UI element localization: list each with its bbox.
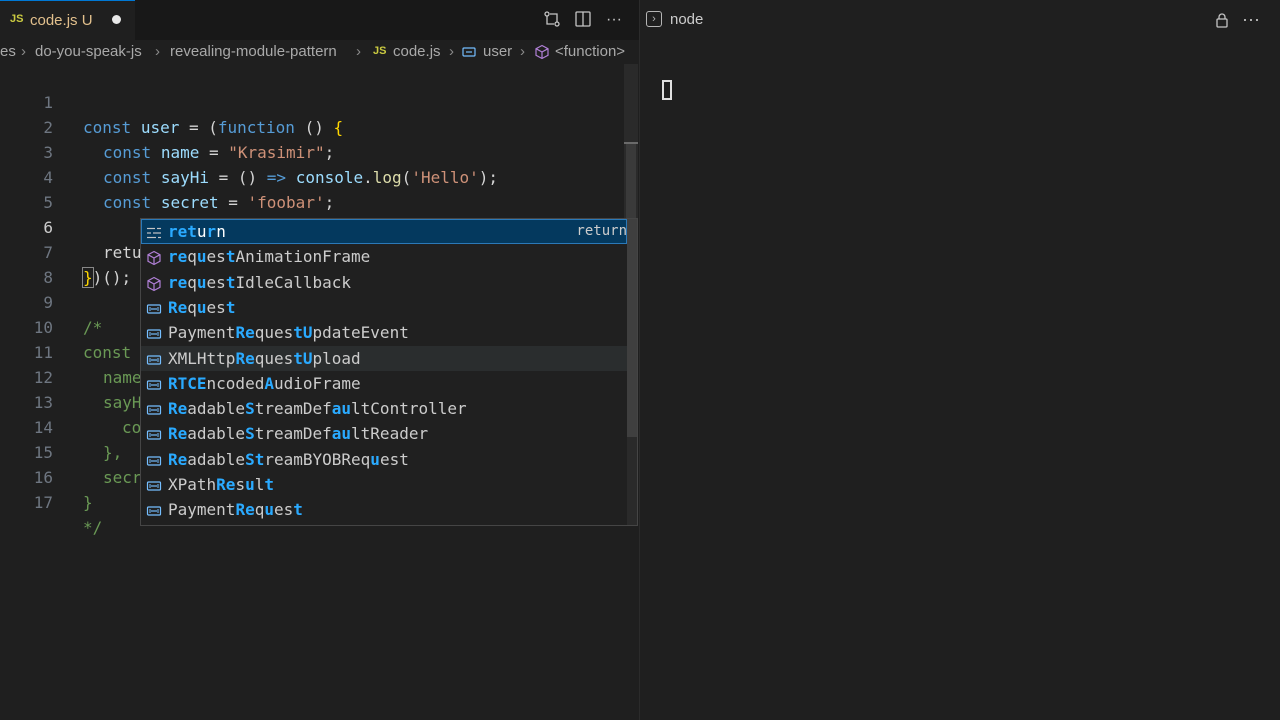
terminal-cursor [662, 80, 672, 100]
suggestion-item[interactable]: RTCEncodedAudioFrame [141, 371, 627, 396]
tab-code-js[interactable]: JS code.js U [0, 0, 135, 40]
suggest-scrollbar-thumb[interactable] [627, 219, 637, 437]
code-line-current: 6 retu [0, 190, 624, 264]
suggestion-item[interactable]: PaymentRequest [141, 497, 627, 522]
suggestion-label: requestIdleCallback [168, 272, 352, 292]
variable-icon [146, 476, 162, 492]
suggest-scrollbar[interactable] [627, 219, 637, 525]
variable-icon [146, 501, 162, 517]
keyword-icon [146, 223, 162, 239]
variable-icon [146, 425, 162, 441]
terminal-name[interactable]: node [670, 11, 703, 28]
git-status-badge: U [81, 12, 93, 29]
suggestion-item[interactable]: XPathResult [141, 472, 627, 497]
method-cube-icon [146, 274, 162, 291]
js-file-icon: JS [10, 13, 24, 25]
variable-icon [146, 375, 162, 391]
variable-icon [146, 324, 162, 340]
breadcrumb-item[interactable]: user [483, 43, 512, 60]
more-actions-icon[interactable]: ··· [604, 10, 624, 30]
chevron-right-icon: › [356, 43, 361, 60]
more-actions-icon[interactable]: ··· [1242, 9, 1260, 30]
variable-icon [146, 400, 162, 416]
variable-icon [146, 350, 162, 366]
suggestion-item[interactable]: requestIdleCallback [141, 270, 627, 295]
suggestion-label: return [168, 222, 226, 241]
breadcrumb: es › do-you-speak-js › revealing-module-… [0, 40, 639, 64]
suggestion-label: ReadableStreamBYOBRequest [168, 449, 409, 469]
breadcrumb-item[interactable]: do-you-speak-js [35, 43, 142, 60]
suggestion-item[interactable]: ReadableStreamBYOBRequest [141, 447, 627, 472]
variable-icon [461, 44, 477, 64]
terminal-icon: › [646, 11, 662, 27]
code-line: 5 [43, 193, 53, 212]
suggestion-item[interactable]: requestAnimationFrame [141, 244, 627, 269]
suggestion-label: ReadableStreamDefaultReader [168, 424, 429, 444]
compare-changes-icon[interactable] [542, 10, 562, 30]
breadcrumb-item[interactable]: <function> [555, 43, 625, 60]
suggestion-item[interactable]: ReadableStreamDefaultController [141, 396, 627, 421]
suggestion-label: XPathResult [168, 475, 274, 494]
code-line: 3 const sayHi = () => console.log('Hello… [43, 143, 499, 187]
suggestion-label: requestAnimationFrame [168, 247, 371, 267]
terminal-pane[interactable]: › node ··· [640, 0, 1280, 720]
chevron-right-icon: › [21, 43, 26, 60]
suggestion-item[interactable]: ReadableStreamDefaultReader [141, 421, 627, 446]
breadcrumb-item[interactable]: revealing-module-pattern [170, 43, 337, 60]
suggestion-label: XMLHttpRequestUpload [168, 348, 361, 368]
tab-filename: code.js [30, 12, 78, 29]
chevron-right-icon: › [520, 43, 525, 60]
suggestion-item[interactable]: return return [141, 219, 627, 244]
unsaved-dot-icon[interactable] [112, 15, 121, 24]
chevron-right-icon: › [155, 43, 160, 60]
suggest-widget: return return requestAnimationFrame request… [140, 218, 638, 526]
js-file-icon: JS [373, 45, 387, 57]
code-line: 2 const name = "Krasimir"; [43, 118, 335, 162]
suggestion-label: PaymentRequestUpdateEvent [168, 323, 409, 343]
suggestion-item[interactable]: Request [141, 295, 627, 320]
lock-icon[interactable] [1214, 12, 1230, 28]
suggestion-label: Request [168, 297, 236, 317]
editor-pane: JS code.js U ··· es › do-you-speak-js › … [0, 0, 639, 720]
breadcrumb-item[interactable]: es [0, 43, 16, 60]
chevron-right-icon: › [449, 43, 454, 60]
method-cube-icon [146, 248, 162, 266]
variable-icon [146, 451, 162, 467]
suggestion-detail: return [576, 223, 627, 239]
code-line: 4 const secret = 'foobar'; [43, 168, 335, 212]
code-line: 1 const user = (function () { [43, 93, 344, 137]
tab-bar: JS code.js U ··· [0, 0, 639, 40]
suggestion-label: PaymentRequest [168, 500, 303, 520]
variable-icon [146, 299, 162, 315]
breadcrumb-item[interactable]: code.js [393, 43, 441, 60]
suggestion-label: RTCEncodedAudioFrame [168, 373, 361, 393]
suggestion-label: ReadableStreamDefaultController [168, 399, 467, 419]
method-cube-icon [534, 44, 550, 64]
suggestion-item[interactable]: XMLHttpRequestUpload [141, 345, 627, 371]
suggestion-item[interactable]: PaymentRequestUpdateEvent [141, 320, 627, 345]
split-editor-icon[interactable] [573, 10, 593, 30]
terminal-header: › node ··· [640, 0, 1280, 40]
cursor-position-marker [624, 142, 638, 144]
